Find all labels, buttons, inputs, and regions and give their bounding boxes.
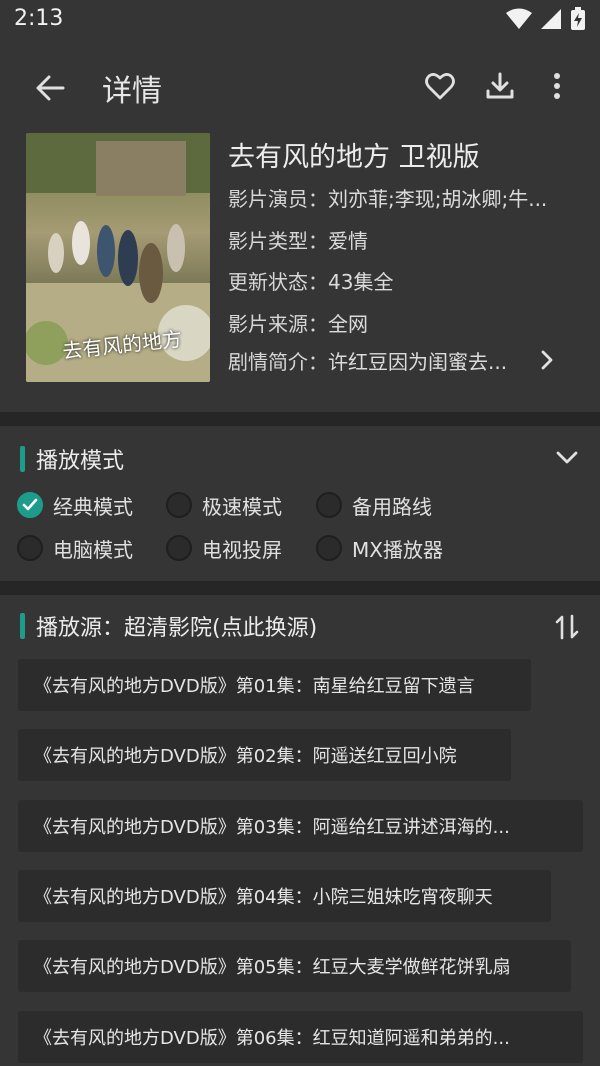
episode-item[interactable]: 《去有风的地方DVD版》第06集：红豆知道阿遥和弟弟的... <box>18 1011 583 1063</box>
info-value: 许红豆因为闺蜜去... <box>328 350 508 374</box>
radio-speed-mode[interactable]: 极速模式 <box>166 489 282 521</box>
episode-item[interactable]: 《去有风的地方DVD版》第01集：南星给红豆留下遗言 <box>18 659 531 711</box>
status-icons <box>506 7 586 31</box>
divider <box>0 412 600 426</box>
source-title[interactable]: 播放源：超清影院(点此换源) <box>36 610 317 642</box>
info-key: 更新状态： <box>228 270 328 294</box>
arrow-back-icon <box>36 75 65 101</box>
status-bar: 2:13 <box>0 0 600 42</box>
radio-label: 极速模式 <box>202 494 282 519</box>
chevron-down-icon[interactable] <box>555 450 579 466</box>
radio-pc-mode[interactable]: 电脑模式 <box>17 532 133 564</box>
radio-label: 备用路线 <box>352 494 432 519</box>
info-value: 全网 <box>328 312 368 336</box>
more-vert-icon <box>554 73 560 99</box>
info-synopsis[interactable]: 剧情简介：许红豆因为闺蜜去... <box>228 346 538 375</box>
battery-icon <box>571 7 585 30</box>
status-time: 2:13 <box>14 6 64 31</box>
info-genre: 影片类型：爱情 <box>228 225 563 254</box>
info-value: 刘亦菲;李现;胡冰卿;牛... <box>328 187 548 211</box>
radio-unchecked-icon <box>316 492 342 518</box>
radio-unchecked-icon <box>316 535 342 561</box>
info-update-status: 更新状态：43集全 <box>228 266 563 295</box>
radio-tv-cast[interactable]: 电视投屏 <box>166 532 282 564</box>
radio-label: 电脑模式 <box>53 537 133 562</box>
info-key: 影片类型： <box>228 229 328 253</box>
signal-icon <box>541 9 561 29</box>
back-button[interactable] <box>30 68 70 108</box>
download-icon <box>486 72 514 99</box>
episode-item[interactable]: 《去有风的地方DVD版》第05集：红豆大麦学做鲜花饼乳扇 <box>18 940 571 992</box>
source-header[interactable]: 播放源：超清影院(点此换源) <box>0 607 600 647</box>
radio-mx-player[interactable]: MX播放器 <box>316 532 443 564</box>
app-bar: 详情 <box>0 42 600 132</box>
episode-item[interactable]: 《去有风的地方DVD版》第03集：阿遥给红豆讲述洱海的... <box>18 800 583 852</box>
info-value: 43集全 <box>328 270 394 294</box>
info-key: 影片演员： <box>228 187 328 211</box>
sort-icon[interactable] <box>555 614 579 640</box>
download-button[interactable] <box>480 66 520 106</box>
episode-item[interactable]: 《去有风的地方DVD版》第04集：小院三姐妹吃宵夜聊天 <box>18 870 551 922</box>
info-value: 爱情 <box>328 229 368 253</box>
radio-label: 经典模式 <box>53 494 133 519</box>
radio-checked-icon <box>17 492 43 518</box>
divider <box>0 581 600 595</box>
poster-image[interactable]: 去有风的地方 <box>26 133 210 382</box>
more-button[interactable] <box>537 66 577 106</box>
info-source: 影片来源：全网 <box>228 308 563 337</box>
page-title: 详情 <box>102 74 162 109</box>
episode-item[interactable]: 《去有风的地方DVD版》第02集：阿遥送红豆回小院 <box>18 729 511 781</box>
radio-unchecked-icon <box>166 492 192 518</box>
favorite-button[interactable] <box>420 66 460 106</box>
radio-label: MX播放器 <box>352 537 443 562</box>
info-key: 剧情简介： <box>228 350 328 374</box>
heart-icon <box>425 73 455 100</box>
radio-unchecked-icon <box>166 535 192 561</box>
info-actors: 影片演员：刘亦菲;李现;胡冰卿;牛... <box>228 183 563 212</box>
accent-bar <box>20 446 25 472</box>
info-key: 影片来源： <box>228 312 328 336</box>
chevron-right-icon[interactable] <box>540 349 554 371</box>
radio-unchecked-icon <box>17 535 43 561</box>
wifi-icon <box>506 8 532 29</box>
radio-backup-route[interactable]: 备用路线 <box>316 489 432 521</box>
radio-label: 电视投屏 <box>202 537 282 562</box>
radio-classic-mode[interactable]: 经典模式 <box>17 489 133 521</box>
play-mode-header[interactable]: 播放模式 <box>0 440 600 480</box>
play-mode-title: 播放模式 <box>36 449 125 474</box>
accent-bar <box>20 613 25 639</box>
movie-title: 去有风的地方 卫视版 <box>228 142 480 173</box>
